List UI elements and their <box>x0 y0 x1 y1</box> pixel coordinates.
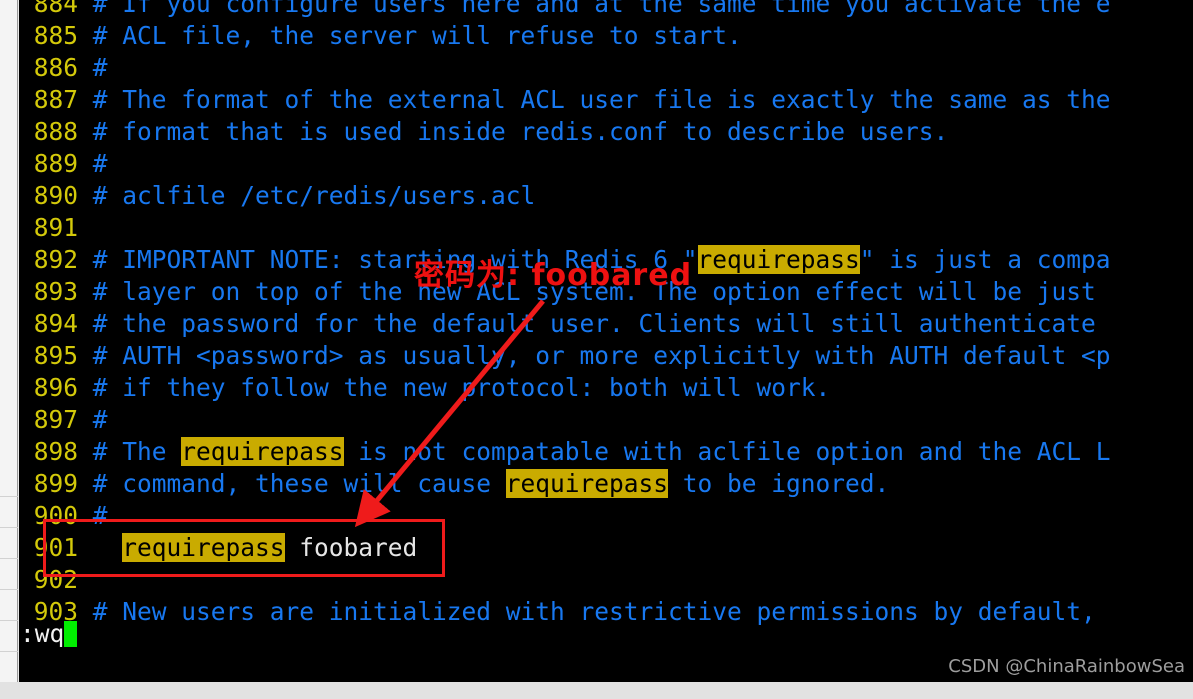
line-number: 890 <box>33 181 78 210</box>
window-bottom-strip <box>0 682 1193 699</box>
buffer-line[interactable]: 896 # if they follow the new protocol: bo… <box>19 372 1193 404</box>
comment-text: # ACL file, the server will refuse to st… <box>92 21 742 50</box>
comment-text: to be ignored. <box>668 469 890 498</box>
line-number: 885 <box>33 21 78 50</box>
vim-command-line[interactable]: :wq <box>19 618 78 650</box>
line-number: 896 <box>33 373 78 402</box>
buffer-line[interactable]: 891 <box>19 212 1193 244</box>
buffer-line[interactable]: 889 # <box>19 148 1193 180</box>
line-number: 895 <box>33 341 78 370</box>
search-match-highlight: requirepass <box>505 469 669 498</box>
comment-text: # format that is used inside redis.conf … <box>92 117 949 146</box>
vim-text-buffer[interactable]: 884 # If you configure users here and at … <box>19 0 1193 628</box>
line-number: 892 <box>33 245 78 274</box>
line-number: 898 <box>33 437 78 466</box>
search-match-highlight: requirepass <box>697 245 860 274</box>
vim-command-text: :wq <box>20 619 65 648</box>
buffer-line[interactable]: 899 # command, these will cause requirepa… <box>19 468 1193 500</box>
line-number: 891 <box>33 213 78 242</box>
line-number: 884 <box>33 0 78 18</box>
comment-text: # if they follow the new protocol: both … <box>92 373 831 402</box>
terminal-window[interactable]: 884 # If you configure users here and at … <box>19 0 1193 682</box>
line-number: 893 <box>33 277 78 306</box>
comment-text: # the password for the default user. Cli… <box>92 309 1096 338</box>
line-number: 899 <box>33 469 78 498</box>
line-number: 886 <box>33 53 78 82</box>
block-cursor-icon <box>64 621 78 647</box>
buffer-line[interactable]: 893 # layer on top of the new ACL system.… <box>19 276 1193 308</box>
search-match-highlight: requirepass <box>122 533 285 562</box>
config-directive-text: foobared <box>284 533 418 562</box>
buffer-line[interactable]: 885 # ACL file, the server will refuse to… <box>19 20 1193 52</box>
buffer-line[interactable]: 895 # AUTH <password> as usually, or more… <box>19 340 1193 372</box>
line-number: 901 <box>33 533 78 562</box>
comment-text: # The format of the external ACL user fi… <box>92 85 1111 114</box>
comment-text: # <box>92 149 108 178</box>
buffer-line[interactable]: 888 # format that is used inside redis.co… <box>19 116 1193 148</box>
comment-text: is not compatable with aclfile option an… <box>343 437 1111 466</box>
line-number: 894 <box>33 309 78 338</box>
line-number: 889 <box>33 149 78 178</box>
comment-text: # If you configure users here and at the… <box>92 0 1111 18</box>
buffer-line[interactable]: 892 # IMPORTANT NOTE: starting with Redis… <box>19 244 1193 276</box>
window-left-rail <box>0 0 18 682</box>
comment-text: # IMPORTANT NOTE: starting with Redis 6 … <box>92 245 698 274</box>
buffer-line[interactable]: 884 # If you configure users here and at … <box>19 0 1193 20</box>
buffer-line[interactable]: 901 requirepass foobared <box>19 532 1193 564</box>
buffer-line[interactable]: 894 # the password for the default user. … <box>19 308 1193 340</box>
comment-text: # AUTH <password> as usually, or more ex… <box>92 341 1111 370</box>
buffer-line[interactable]: 886 # <box>19 52 1193 84</box>
buffer-line[interactable]: 890 # aclfile /etc/redis/users.acl <box>19 180 1193 212</box>
config-directive-text <box>93 533 123 562</box>
comment-text: " is just a compa <box>859 245 1111 274</box>
buffer-line[interactable]: 900 # <box>19 500 1193 532</box>
line-number: 897 <box>33 405 78 434</box>
buffer-line[interactable]: 897 # <box>19 404 1193 436</box>
buffer-line[interactable]: 902 <box>19 564 1193 596</box>
comment-text: # layer on top of the new ACL system. Th… <box>92 277 1096 306</box>
search-match-highlight: requirepass <box>181 437 344 466</box>
buffer-line[interactable]: 898 # The requirepass is not compatable w… <box>19 436 1193 468</box>
screenshot-root: 884 # If you configure users here and at … <box>0 0 1193 699</box>
comment-text: # New users are initialized with restric… <box>92 597 1096 626</box>
comment-text: # <box>92 501 108 530</box>
comment-text: # <box>92 53 108 82</box>
buffer-line[interactable]: 887 # The format of the external ACL user… <box>19 84 1193 116</box>
line-number: 902 <box>33 565 78 594</box>
comment-text: # command, these will cause <box>92 469 506 498</box>
comment-text: # The <box>92 437 182 466</box>
line-number: 900 <box>33 501 78 530</box>
buffer-line[interactable]: 903 # New users are initialized with rest… <box>19 596 1193 628</box>
line-number: 888 <box>33 117 78 146</box>
line-number: 887 <box>33 85 78 114</box>
comment-text: # <box>92 405 108 434</box>
comment-text: # aclfile /etc/redis/users.acl <box>92 181 536 210</box>
